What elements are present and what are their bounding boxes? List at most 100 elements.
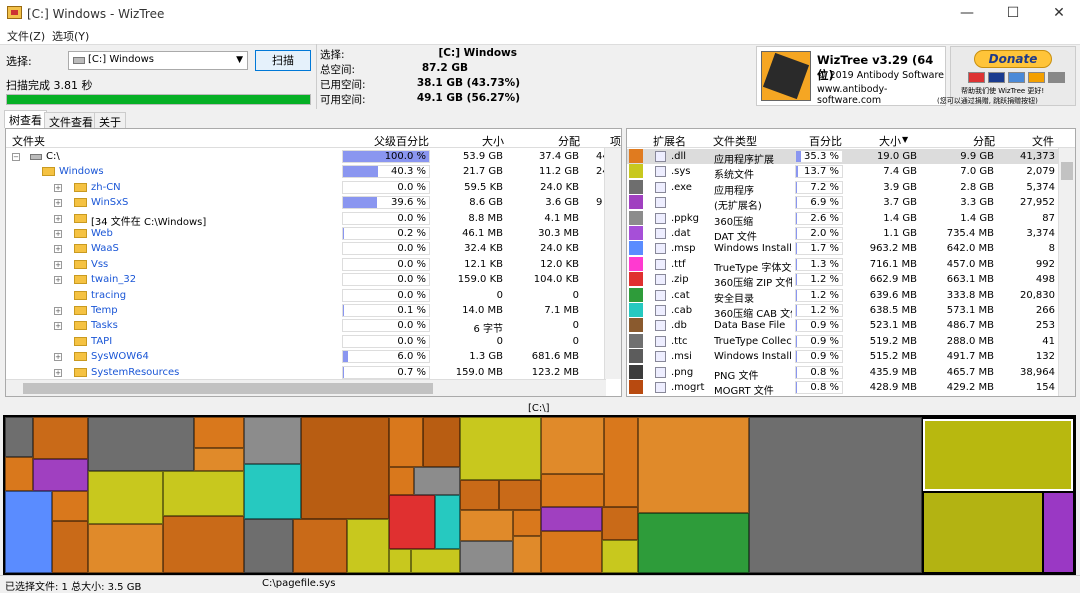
donate-button[interactable]: Donate bbox=[974, 50, 1052, 68]
tree-hscroll-thumb[interactable] bbox=[23, 383, 433, 394]
treemap-cell[interactable] bbox=[244, 519, 293, 573]
treemap-cell[interactable] bbox=[389, 467, 414, 495]
treemap-cell[interactable] bbox=[52, 521, 88, 573]
treemap-cell[interactable] bbox=[541, 417, 604, 474]
tree-row[interactable]: +Tasks0.0 %6 字节0 bbox=[6, 318, 621, 333]
tree-row[interactable]: +[34 文件在 C:\Windows]0.0 %8.8 MB4.1 MB bbox=[6, 211, 621, 226]
ext-row[interactable]: .zip360压缩 ZIP 文件1.2 %662.9 MB663.1 MB498 bbox=[627, 272, 1075, 287]
treemap-cell[interactable] bbox=[244, 417, 301, 464]
tree-row[interactable]: TAPI0.0 %00 bbox=[6, 334, 621, 349]
treemap-cell[interactable] bbox=[389, 417, 423, 467]
treemap-cell[interactable] bbox=[52, 491, 88, 521]
treemap-cell[interactable] bbox=[541, 531, 602, 573]
treemap-cell[interactable] bbox=[513, 536, 541, 573]
expand-icon[interactable]: + bbox=[54, 307, 62, 315]
tree-vertical-scrollbar[interactable] bbox=[604, 148, 621, 379]
treemap-cell[interactable] bbox=[423, 417, 460, 467]
treemap-cell[interactable] bbox=[5, 417, 33, 457]
scan-button[interactable]: 扫描 bbox=[255, 50, 311, 71]
treemap-cell[interactable] bbox=[638, 513, 749, 573]
menu-file[interactable]: 文件(Z) bbox=[7, 28, 45, 44]
col-file-type[interactable]: 文件类型 bbox=[713, 133, 757, 149]
treemap-cell[interactable] bbox=[414, 467, 460, 495]
treemap[interactable] bbox=[3, 415, 1076, 575]
col-parent-pct[interactable]: 父级百分比 bbox=[374, 133, 429, 149]
tab-about[interactable]: 关于 bbox=[94, 112, 126, 128]
col-size[interactable]: 大小 bbox=[482, 133, 504, 149]
treemap-cell[interactable] bbox=[301, 417, 389, 519]
ext-row[interactable]: (无扩展名)6.9 %3.7 GB3.3 GB27,952 bbox=[627, 195, 1075, 210]
treemap-cell[interactable] bbox=[389, 549, 411, 573]
expand-icon[interactable]: + bbox=[54, 369, 62, 377]
ext-row[interactable]: .sys系统文件13.7 %7.4 GB7.0 GB2,079 bbox=[627, 164, 1075, 179]
treemap-cell[interactable] bbox=[244, 464, 301, 519]
ext-row[interactable]: .ppkg360压缩2.6 %1.4 GB1.4 GB87 bbox=[627, 211, 1075, 226]
treemap-cell[interactable] bbox=[602, 507, 638, 540]
tab-file-view[interactable]: 文件查看 bbox=[44, 112, 98, 128]
treemap-cell[interactable] bbox=[499, 480, 541, 510]
treemap-cell[interactable] bbox=[347, 519, 389, 573]
treemap-cell[interactable] bbox=[749, 417, 922, 573]
ext-row[interactable]: .mspWindows Installer1.7 %963.2 MB642.0 … bbox=[627, 241, 1075, 256]
col-ext-allocated[interactable]: 分配 bbox=[973, 133, 995, 149]
ext-row[interactable]: .ttfTrueType 字体文件1.3 %716.1 MB457.0 MB99… bbox=[627, 257, 1075, 272]
col-percent[interactable]: 百分比 bbox=[809, 133, 842, 149]
expand-icon[interactable]: + bbox=[54, 215, 62, 223]
treemap-cell[interactable] bbox=[33, 417, 88, 459]
treemap-cell[interactable] bbox=[638, 417, 749, 513]
col-ext-files[interactable]: 文件 bbox=[1032, 133, 1054, 149]
tree-row[interactable]: tracing0.0 %00 bbox=[6, 288, 621, 303]
treemap-cell[interactable] bbox=[435, 495, 460, 549]
treemap-cell[interactable] bbox=[460, 541, 513, 573]
menu-options[interactable]: 选项(Y) bbox=[52, 28, 89, 44]
ext-row[interactable]: .mogrtMOGRT 文件0.8 %428.9 MB429.2 MB154 bbox=[627, 380, 1075, 395]
tree-row[interactable]: −C:\100.0 %53.9 GB37.4 GB44 bbox=[6, 149, 621, 164]
tree-row[interactable]: +Vss0.0 %12.1 KB12.0 KB bbox=[6, 257, 621, 272]
ext-vscroll-thumb[interactable] bbox=[1061, 162, 1073, 180]
treemap-cell[interactable] bbox=[923, 492, 1043, 573]
ext-row[interactable]: .dll应用程序扩展35.3 %19.0 GB9.9 GB41,373 bbox=[627, 149, 1075, 164]
treemap-cell[interactable] bbox=[163, 516, 244, 573]
ext-row[interactable]: .dbData Base File0.9 %523.1 MB486.7 MB25… bbox=[627, 318, 1075, 333]
treemap-cell[interactable] bbox=[5, 491, 52, 573]
ext-row[interactable]: .msiWindows Installer0.9 %515.2 MB491.7 … bbox=[627, 349, 1075, 364]
tree-row[interactable]: +WinSxS39.6 %8.6 GB3.6 GB9 bbox=[6, 195, 621, 210]
tree-row[interactable]: +Temp0.1 %14.0 MB7.1 MB bbox=[6, 303, 621, 318]
tree-row[interactable]: +WaaS0.0 %32.4 KB24.0 KB bbox=[6, 241, 621, 256]
expand-icon[interactable]: + bbox=[54, 184, 62, 192]
treemap-cell[interactable] bbox=[411, 549, 460, 573]
minimize-button[interactable]: — bbox=[944, 0, 990, 27]
ext-row[interactable]: .exe应用程序7.2 %3.9 GB2.8 GB5,374 bbox=[627, 180, 1075, 195]
expand-icon[interactable]: + bbox=[54, 230, 62, 238]
treemap-cell[interactable] bbox=[460, 510, 513, 541]
maximize-button[interactable]: ☐ bbox=[990, 0, 1036, 27]
expand-icon[interactable]: + bbox=[54, 276, 62, 284]
col-items[interactable]: 项 bbox=[610, 133, 621, 149]
treemap-cell-selected[interactable] bbox=[923, 419, 1073, 491]
treemap-cell[interactable] bbox=[1043, 492, 1074, 573]
treemap-cell[interactable] bbox=[88, 524, 163, 573]
ext-row[interactable]: .ttcTrueType Collection0.9 %519.2 MB288.… bbox=[627, 334, 1075, 349]
ext-row[interactable]: .cab360压缩 CAB 文件1.2 %638.5 MB573.1 MB266 bbox=[627, 303, 1075, 318]
close-button[interactable]: ✕ bbox=[1036, 0, 1080, 27]
treemap-cell[interactable] bbox=[194, 417, 244, 448]
ext-row[interactable]: .datDAT 文件2.0 %1.1 GB735.4 MB3,374 bbox=[627, 226, 1075, 241]
collapse-icon[interactable]: − bbox=[12, 153, 20, 161]
extension-list-pane[interactable]: 扩展名 文件类型 百分比 大小 ▼ 分配 文件 .dll应用程序扩展35.3 %… bbox=[626, 128, 1076, 397]
treemap-cell[interactable] bbox=[602, 540, 638, 573]
ext-row[interactable]: .pngPNG 文件0.8 %435.9 MB465.7 MB38,964 bbox=[627, 365, 1075, 380]
tree-row[interactable]: +zh-CN0.0 %59.5 KB24.0 KB bbox=[6, 180, 621, 195]
treemap-cell[interactable] bbox=[389, 495, 435, 549]
treemap-cell[interactable] bbox=[88, 471, 163, 524]
treemap-cell[interactable] bbox=[513, 510, 541, 536]
expand-icon[interactable]: + bbox=[54, 353, 62, 361]
treemap-cell[interactable] bbox=[5, 457, 33, 491]
tab-tree-view[interactable]: 树查看 bbox=[4, 110, 47, 128]
treemap-cell[interactable] bbox=[33, 459, 88, 491]
treemap-cell[interactable] bbox=[163, 471, 244, 516]
expand-icon[interactable]: + bbox=[54, 199, 62, 207]
expand-icon[interactable]: + bbox=[54, 261, 62, 269]
treemap-cell[interactable] bbox=[194, 448, 244, 471]
treemap-cell[interactable] bbox=[460, 480, 499, 510]
tree-horizontal-scrollbar[interactable] bbox=[6, 379, 606, 396]
